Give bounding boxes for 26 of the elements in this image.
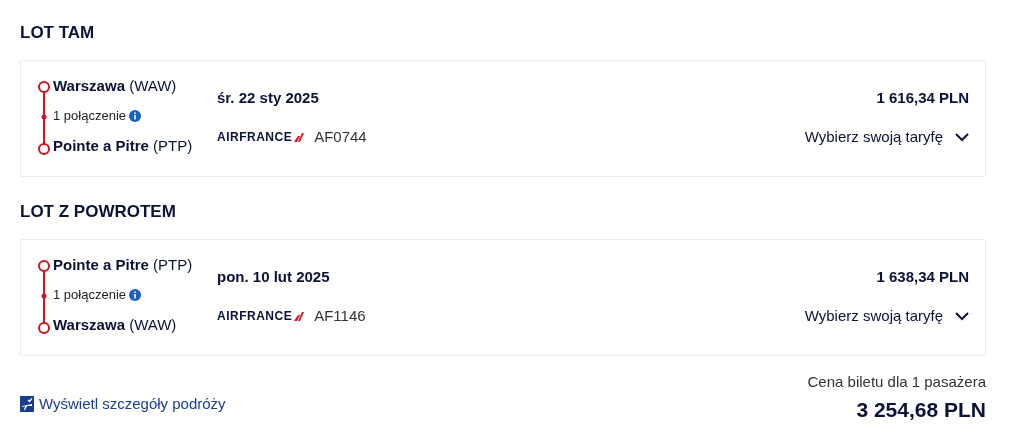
origin-airport: Warszawa (WAW) bbox=[53, 76, 178, 96]
fare-select-button[interactable]: Wybierz swoją taryfę bbox=[804, 304, 969, 328]
flight-price: 1 616,34 PLN bbox=[876, 88, 969, 108]
destination-airport: Pointe a Pitre (PTP) bbox=[53, 136, 193, 156]
connections-text: 1 połączenie bbox=[53, 286, 126, 305]
section-title: LOT TAM bbox=[20, 22, 96, 44]
info-icon[interactable] bbox=[129, 289, 141, 301]
section-title: LOT Z POWROTEM bbox=[20, 201, 177, 223]
flight-date: pon. 10 lut 2025 bbox=[217, 267, 330, 287]
total-label: Cena biletu dla 1 pasażera bbox=[807, 372, 986, 392]
trip-details-link[interactable]: Wyświetl szczegóły podróży bbox=[20, 393, 226, 416]
info-icon[interactable] bbox=[129, 110, 141, 122]
connections-text: 1 połączenie bbox=[53, 107, 126, 126]
flight-number: AF0744 bbox=[314, 126, 367, 147]
airline-logo: AIRFRANCE bbox=[217, 128, 305, 146]
fare-select-button[interactable]: Wybierz swoją taryfę bbox=[804, 125, 969, 149]
airline-logo: AIRFRANCE bbox=[217, 307, 305, 325]
route-line-icon bbox=[37, 260, 51, 334]
plane-icon bbox=[20, 396, 34, 413]
destination-airport: Warszawa (WAW) bbox=[53, 315, 178, 335]
origin-airport: Pointe a Pitre (PTP) bbox=[53, 255, 193, 275]
flight-price: 1 638,34 PLN bbox=[876, 267, 969, 287]
flight-date: śr. 22 sty 2025 bbox=[217, 88, 319, 108]
flight-number: AF1146 bbox=[314, 305, 366, 326]
route-line-icon bbox=[37, 81, 51, 155]
total-price: 3 254,68 PLN bbox=[856, 396, 986, 423]
